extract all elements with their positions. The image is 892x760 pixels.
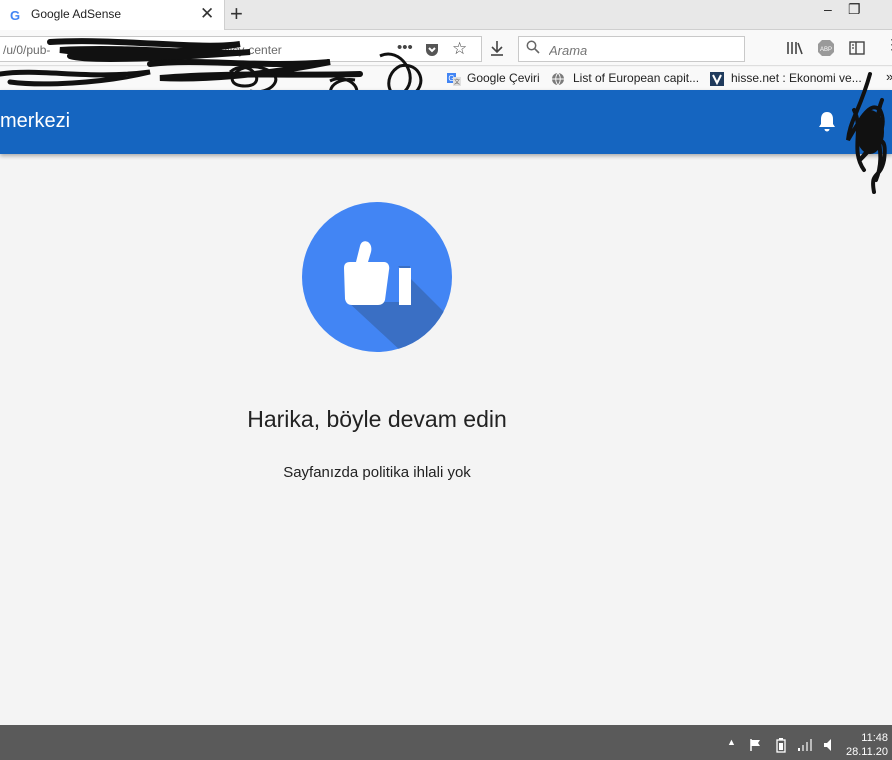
bookmark-google-ceviri[interactable]: Google Çeviri [467, 71, 540, 85]
hisse-net-icon [710, 72, 724, 86]
download-icon[interactable] [489, 40, 505, 56]
app-header: merkezi [0, 90, 892, 154]
clock-time: 11:48 [861, 732, 889, 744]
volume-icon[interactable] [823, 738, 837, 752]
svg-text:文: 文 [454, 78, 460, 86]
windows-taskbar: ▲ 11:48 28.11.20 [0, 725, 892, 760]
browser-tab[interactable]: G Google AdSense ✕ [0, 0, 225, 30]
system-clock[interactable]: 11:48 28.11.20 [846, 731, 888, 759]
tab-title: Google AdSense [31, 7, 122, 21]
notifications-bell-icon[interactable] [817, 110, 837, 134]
search-input[interactable] [549, 41, 729, 59]
globe-icon [552, 72, 564, 86]
restore-button[interactable]: ❐ [848, 1, 861, 18]
new-tab-button[interactable]: + [230, 1, 243, 27]
success-message: Sayfanızda politika ihlali yok [283, 464, 471, 481]
clock-date: 28.11.20 [846, 746, 889, 758]
network-signal-icon[interactable] [797, 738, 813, 752]
show-hidden-icons-icon[interactable]: ▲ [727, 737, 736, 747]
google-translate-icon: G 文 [447, 73, 461, 86]
navigation-toolbar: /u/0/pub-/policy-center ••• ☆ ABP ⋮ [0, 30, 892, 66]
minimize-button[interactable]: ‒ [824, 1, 832, 17]
more-bookmarks-icon[interactable]: » [886, 69, 892, 84]
search-icon [526, 40, 540, 54]
bookmark-hisse-net[interactable]: hisse.net : Ekonomi ve... [731, 71, 862, 85]
page-actions-icon[interactable]: ••• [397, 39, 413, 56]
pocket-icon[interactable] [424, 42, 440, 58]
success-thumbs-up-icon [302, 202, 452, 352]
page-title: merkezi [0, 110, 71, 132]
tab-close-icon[interactable]: ✕ [200, 4, 214, 24]
google-favicon-icon: G [10, 8, 21, 23]
battery-icon[interactable] [773, 737, 789, 753]
address-bar[interactable]: /u/0/pub-/policy-center ••• ☆ [0, 36, 482, 62]
svg-text:ABP: ABP [820, 47, 832, 53]
bookmark-european-capitals[interactable]: List of European capit... [573, 71, 699, 85]
action-center-flag-icon[interactable] [749, 738, 763, 752]
url-text: /u/0/pub-/policy-center [3, 43, 282, 57]
search-box[interactable] [518, 36, 745, 62]
adblock-plus-icon[interactable]: ABP [817, 39, 835, 57]
sidebar-icon[interactable] [849, 40, 865, 56]
bookmark-star-icon[interactable]: ☆ [452, 39, 467, 59]
tab-strip: G Google AdSense ✕ + ‒ ❐ [0, 0, 892, 30]
success-heading: Harika, böyle devam edin [247, 406, 507, 432]
bookmarks-toolbar: G 文 Google Çeviri List of European capit… [0, 67, 892, 90]
menu-icon[interactable]: ⋮ [885, 36, 892, 53]
library-icon[interactable] [786, 40, 804, 56]
